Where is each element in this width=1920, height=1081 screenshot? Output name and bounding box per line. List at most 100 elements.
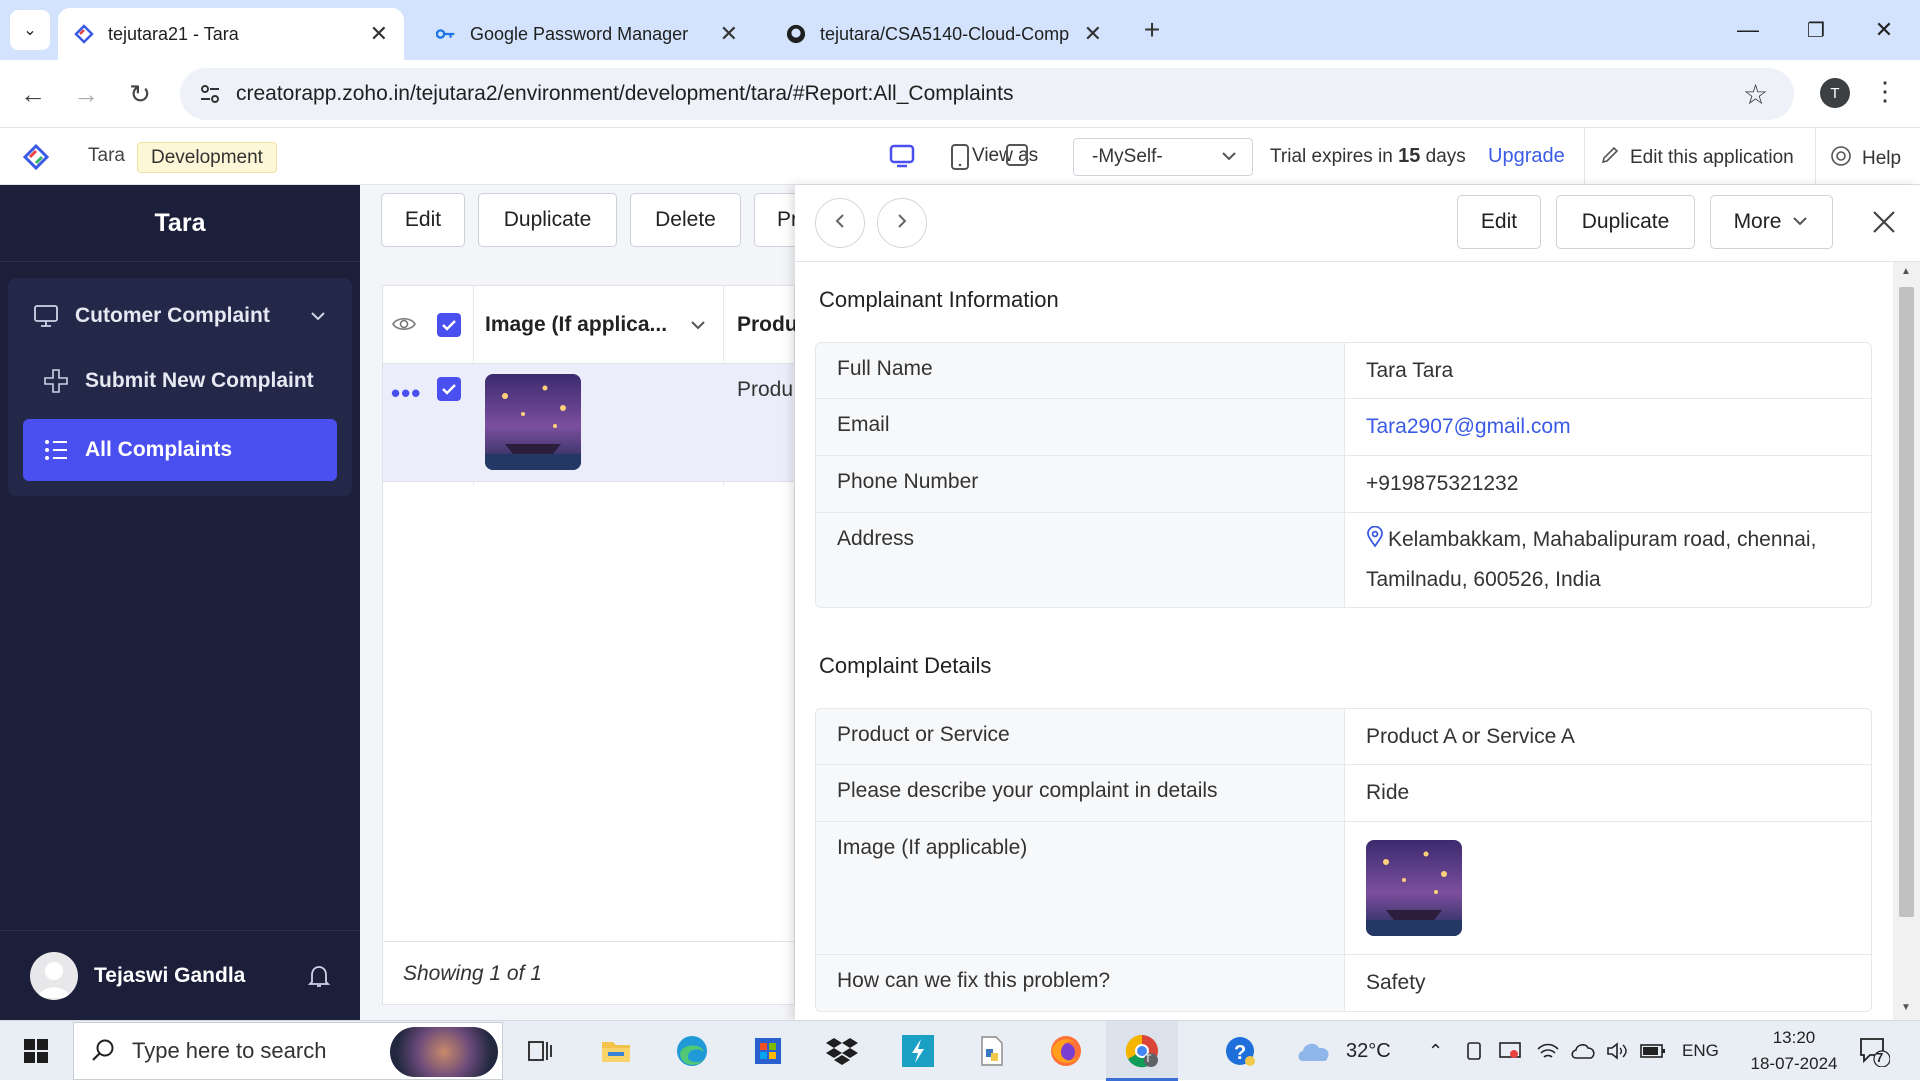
view-as-select[interactable]: -MySelf- (1073, 138, 1253, 176)
firefox-icon[interactable] (1044, 1029, 1088, 1073)
new-tab-button[interactable]: + (1132, 10, 1172, 50)
edit-button[interactable]: Edit (381, 193, 465, 247)
field-value: +919875321232 (1366, 472, 1519, 495)
field-label: How can we fix this problem? (816, 955, 1345, 1011)
divider (1584, 128, 1585, 185)
language-indicator[interactable]: ENG (1682, 1021, 1719, 1081)
notification-bell-icon[interactable] (306, 963, 332, 995)
close-panel-icon[interactable] (1871, 209, 1897, 240)
minimize-button[interactable]: — (1726, 10, 1770, 50)
site-info-icon[interactable] (198, 82, 222, 112)
report-area: Edit Duplicate Delete Pr Image (If appli… (360, 185, 814, 1020)
address-bar[interactable]: creatorapp.zoho.in/tejutara2/environment… (180, 68, 1794, 120)
upgrade-link[interactable]: Upgrade (1488, 145, 1565, 168)
desktop-view-icon[interactable] (888, 142, 916, 176)
scroll-up-arrow[interactable]: ▲ (1901, 266, 1911, 277)
file-explorer-icon[interactable] (594, 1029, 638, 1073)
chevron-right-icon (893, 212, 911, 235)
edit-app-button[interactable]: Edit this application (1600, 145, 1794, 171)
column-header-product[interactable]: Produ (737, 313, 798, 337)
tab-search-button[interactable]: ⌄ (10, 10, 50, 50)
sidebar-item-all-complaints[interactable]: All Complaints (23, 419, 337, 481)
browser-tab-tara[interactable]: tejutara21 - Tara ✕ (58, 8, 404, 60)
app-shortcut-icon[interactable] (896, 1029, 940, 1073)
onedrive-cloud-icon[interactable] (1570, 1021, 1596, 1081)
python-file-icon[interactable] (970, 1029, 1014, 1073)
dropbox-icon[interactable] (820, 1029, 864, 1073)
tablet-view-icon[interactable] (1005, 143, 1029, 173)
zoho-creator-logo-icon[interactable] (22, 143, 50, 177)
email-link[interactable]: Tara2907@gmail.com (1345, 399, 1871, 455)
attached-image[interactable] (1366, 840, 1462, 936)
complainant-info-table: Full Name Tara Tara Email Tara2907@gmail… (815, 342, 1872, 608)
avatar[interactable] (30, 951, 78, 1000)
microsoft-store-icon[interactable] (746, 1029, 790, 1073)
previous-record-button[interactable] (815, 198, 865, 248)
sidebar: Tara Cutomer Complaint Submit New Compla… (0, 185, 360, 1020)
next-record-button[interactable] (877, 198, 927, 248)
taskbar-search-box[interactable]: Type here to search (73, 1022, 503, 1080)
close-window-button[interactable]: ✕ (1862, 10, 1906, 50)
checkmark-icon (437, 377, 461, 401)
tray-screen-icon[interactable] (1498, 1021, 1522, 1081)
delete-button[interactable]: Delete (630, 193, 741, 247)
thumbnail-image[interactable] (485, 374, 581, 470)
notification-center-icon[interactable]: 7 (1858, 1035, 1891, 1072)
reload-button[interactable]: ↻ (120, 74, 160, 114)
close-tab-icon[interactable]: ✕ (370, 21, 388, 47)
scroll-down-arrow[interactable]: ▼ (1901, 1002, 1911, 1013)
close-tab-icon[interactable]: ✕ (1084, 21, 1102, 47)
view-as-value: -MySelf- (1092, 146, 1163, 167)
clock[interactable]: 13:20 18-07-2024 (1734, 1025, 1854, 1077)
edge-browser-icon[interactable] (670, 1029, 714, 1073)
search-highlight-image (390, 1027, 498, 1077)
task-view-icon[interactable] (518, 1029, 562, 1073)
eye-icon[interactable] (391, 314, 417, 339)
weather-temperature[interactable]: 32°C (1346, 1021, 1391, 1081)
detail-duplicate-button[interactable]: Duplicate (1556, 195, 1695, 249)
row-actions-icon[interactable]: ••• (391, 378, 421, 409)
chevron-down-icon (1791, 212, 1809, 236)
table-row[interactable]: ••• Produ (383, 364, 796, 482)
battery-icon[interactable] (1640, 1021, 1666, 1081)
user-profile-bar[interactable]: Tejaswi Gandla (0, 930, 360, 1020)
environment-badge[interactable]: Development (137, 142, 277, 173)
table-header: Image (If applica... Produ (383, 286, 798, 486)
bookmark-star-icon[interactable]: ☆ (1743, 78, 1768, 111)
close-tab-icon[interactable]: ✕ (720, 21, 738, 47)
profile-avatar[interactable]: T (1820, 78, 1850, 108)
field-row: Full Name Tara Tara (816, 343, 1871, 399)
chevron-down-icon[interactable] (689, 316, 707, 339)
windows-start-icon[interactable] (14, 1029, 58, 1073)
sidebar-section-cutomer-complaint[interactable]: Cutomer Complaint (23, 285, 337, 347)
detail-scrollbar[interactable]: ▲ ▼ (1893, 262, 1920, 1020)
tray-expand-icon[interactable]: ⌃ (1428, 1021, 1443, 1081)
column-header-image[interactable]: Image (If applica... (485, 313, 667, 337)
help-button[interactable]: Help (1830, 145, 1901, 173)
back-button[interactable]: ← (13, 74, 53, 114)
field-label: Product or Service (816, 709, 1345, 764)
help-icon[interactable]: ? (1218, 1029, 1262, 1073)
app-name: Tara (88, 145, 125, 166)
tray-device-icon[interactable] (1464, 1021, 1484, 1081)
clock-time: 13:20 (1772, 1028, 1816, 1047)
detail-more-button[interactable]: More (1710, 195, 1833, 249)
duplicate-button[interactable]: Duplicate (478, 193, 617, 247)
field-label: Image (If applicable) (816, 822, 1345, 954)
weather-cloud-icon[interactable] (1292, 1029, 1336, 1073)
mobile-view-icon[interactable] (950, 143, 970, 177)
forward-button[interactable]: → (66, 74, 106, 114)
record-count: Showing 1 of 1 (403, 962, 542, 985)
browser-menu-icon[interactable]: ⋮ (1872, 76, 1898, 107)
scrollbar-thumb[interactable] (1899, 287, 1914, 917)
sidebar-item-submit-new-complaint[interactable]: Submit New Complaint (23, 350, 337, 412)
wifi-icon[interactable] (1536, 1021, 1560, 1081)
restore-button[interactable]: ❐ (1794, 10, 1838, 50)
detail-edit-button[interactable]: Edit (1457, 195, 1541, 249)
select-all-checkbox[interactable] (437, 313, 461, 337)
volume-icon[interactable] (1606, 1021, 1628, 1081)
row-checkbox[interactable] (437, 377, 461, 401)
browser-tab-github[interactable]: tejutara/CSA5140-Cloud-Comp ✕ (770, 8, 1118, 60)
field-value: Ride (1366, 781, 1410, 804)
browser-tab-password-manager[interactable]: Google Password Manager ✕ (420, 8, 754, 60)
